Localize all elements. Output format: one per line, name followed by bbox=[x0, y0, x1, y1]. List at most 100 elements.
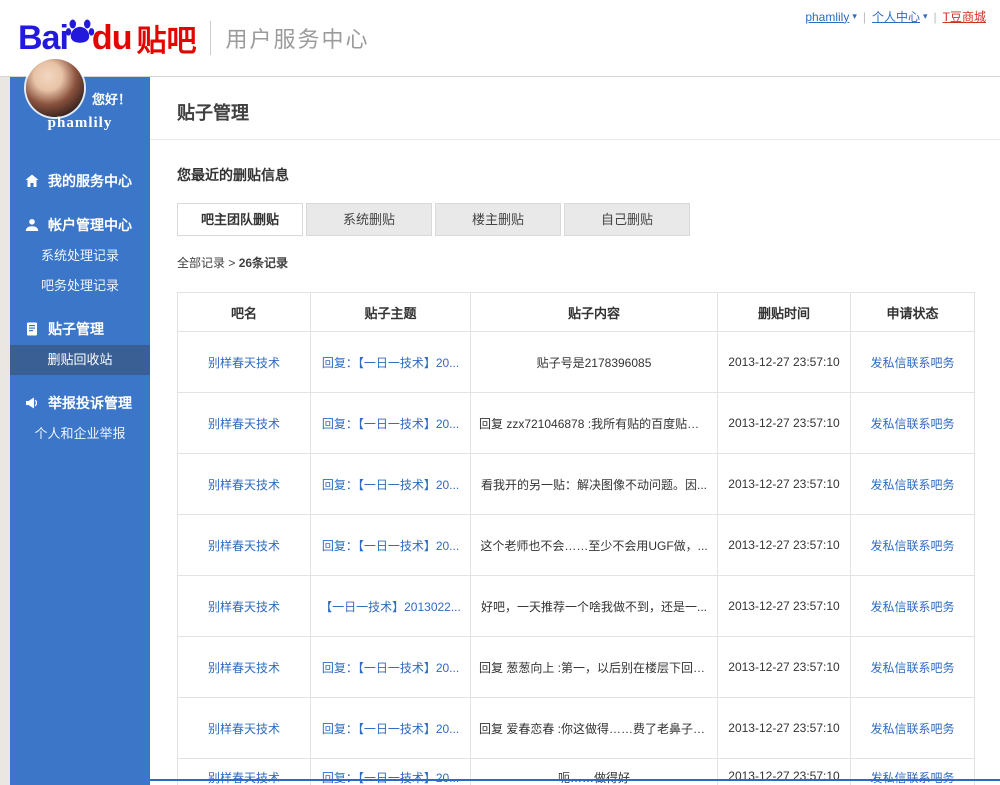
page-title: 贴子管理 bbox=[177, 103, 249, 123]
sidebar-item-label: 吧务处理记录 bbox=[40, 278, 119, 293]
sidebar-item[interactable]: 帐户管理中心 bbox=[10, 209, 150, 241]
chevron-down-icon[interactable]: ▾ bbox=[852, 11, 857, 22]
delete-time: 2013-12-27 23:57:10 bbox=[728, 477, 840, 491]
table-row: 别样春天技术 回复：【一日一技术】20... 回复 zzx721046878 :… bbox=[177, 392, 975, 454]
post-content: 回复 爱春恋春 :你这做得……费了老鼻子劲... bbox=[479, 721, 709, 736]
forum-link[interactable]: 别样春天技术 bbox=[208, 539, 280, 553]
sidebar-item-label: 帐户管理中心 bbox=[48, 217, 132, 233]
header-link[interactable]: T豆商城 bbox=[943, 8, 986, 25]
forum-link[interactable]: 别样春天技术 bbox=[208, 771, 280, 785]
status-link[interactable]: 发私信联系吧务 bbox=[870, 600, 954, 614]
separator: | bbox=[862, 9, 866, 24]
document-icon bbox=[25, 322, 39, 336]
sidebar: 您好！ phamlily 我的服务中心 帐户管理中心 系统处理记录 吧务处理记录 贴子管… bbox=[10, 59, 150, 785]
topic-link[interactable]: 回复：【一日一技术】20... bbox=[322, 769, 459, 785]
post-content: 呃……做得好 bbox=[557, 771, 630, 785]
table-row: 别样春天技术 【一日一技术】2013022... 好吧，一天推荐一个啥我做不到，… bbox=[177, 575, 975, 637]
logo-text-bai: Bai bbox=[18, 18, 69, 57]
service-center-subtitle: 用户服务中心 bbox=[225, 27, 370, 52]
table-header-row: 吧名 贴子主题 贴子内容 删贴时间 申请状态 bbox=[177, 292, 975, 332]
section-title: 您最近的删贴信息 bbox=[177, 167, 289, 183]
column-header: 贴子主题 bbox=[310, 292, 471, 332]
sidebar-item-label: 贴子管理 bbox=[48, 321, 104, 337]
table-row: 别样春天技术 回复：【一日一技术】20... 贴子号是2178396085 20… bbox=[177, 331, 975, 393]
table-row: 别样春天技术 回复：【一日一技术】20... 回复 爱春恋春 :你这做得……费了… bbox=[177, 697, 975, 759]
tab[interactable]: 楼主删贴 bbox=[435, 203, 561, 236]
delete-time: 2013-12-27 23:57:10 bbox=[728, 538, 840, 552]
header: Bai du 贴吧 用户服务中心 phamlily ▾ | 个人中心 ▾ | T豆商城 bbox=[0, 0, 1000, 77]
megaphone-icon bbox=[25, 396, 39, 410]
status-link[interactable]: 发私信联系吧务 bbox=[870, 417, 954, 431]
sidebar-username: phamlily bbox=[47, 115, 113, 131]
user-icon bbox=[25, 218, 39, 232]
forum-link[interactable]: 别样春天技术 bbox=[208, 722, 280, 736]
breadcrumb: 全部记录 > 26条记录 bbox=[177, 254, 288, 271]
tab[interactable]: 系统删贴 bbox=[306, 203, 432, 236]
baidu-tieba-logo[interactable]: Bai du 贴吧 用户服务中心 bbox=[18, 16, 369, 60]
post-content: 这个老师也不会……至少不会用UGF做，... bbox=[480, 538, 708, 553]
topic-link[interactable]: 回复：【一日一技术】20... bbox=[322, 537, 459, 554]
header-links: phamlily ▾ | 个人中心 ▾ | T豆商城 bbox=[805, 8, 986, 25]
forum-link[interactable]: 别样春天技术 bbox=[208, 600, 280, 614]
column-header: 吧名 bbox=[177, 292, 311, 332]
delete-time: 2013-12-27 23:57:10 bbox=[728, 355, 840, 369]
table-row: 别样春天技术 回复：【一日一技术】20... 这个老师也不会……至少不会用UGF… bbox=[177, 514, 975, 576]
tab[interactable]: 吧主团队删贴 bbox=[177, 203, 303, 236]
topic-link[interactable]: 回复：【一日一技术】20... bbox=[322, 354, 459, 371]
topic-link[interactable]: 回复：【一日一技术】20... bbox=[322, 415, 459, 432]
table-row: 别样春天技术 回复：【一日一技术】20... 呃……做得好 2013-12-27… bbox=[177, 758, 975, 785]
forum-link[interactable]: 别样春天技术 bbox=[208, 417, 280, 431]
status-link[interactable]: 发私信联系吧务 bbox=[870, 661, 954, 675]
topic-link[interactable]: 回复：【一日一技术】20... bbox=[322, 659, 459, 676]
sidebar-item[interactable]: 系统处理记录 bbox=[10, 241, 150, 271]
home-icon bbox=[25, 174, 39, 188]
sidebar-item[interactable]: 我的服务中心 bbox=[10, 165, 150, 197]
delete-time: 2013-12-27 23:57:10 bbox=[728, 721, 840, 735]
sidebar-item-label: 个人和企业举报 bbox=[34, 426, 126, 441]
delete-time: 2013-12-27 23:57:10 bbox=[728, 416, 840, 430]
post-content: 回复 zzx721046878 :我所有贴的百度贴吧... bbox=[479, 416, 709, 431]
sidebar-item-label: 系统处理记录 bbox=[40, 248, 119, 263]
logo-text-du: du bbox=[91, 18, 133, 57]
breadcrumb-prefix: 全部记录 > bbox=[177, 256, 239, 270]
forum-link[interactable]: 别样春天技术 bbox=[208, 661, 280, 675]
sidebar-item-label: 我的服务中心 bbox=[48, 173, 132, 189]
sidebar-item[interactable]: 删贴回收站 bbox=[10, 345, 150, 375]
column-header: 申请状态 bbox=[850, 292, 975, 332]
sidebar-item[interactable]: 吧务处理记录 bbox=[10, 271, 150, 301]
topic-link[interactable]: 【一日一技术】2013022... bbox=[320, 598, 461, 615]
topic-link[interactable]: 回复：【一日一技术】20... bbox=[322, 720, 459, 737]
topic-link[interactable]: 回复：【一日一技术】20... bbox=[322, 476, 459, 493]
user-avatar bbox=[26, 59, 84, 117]
table-row: 别样春天技术 回复：【一日一技术】20... 看我开的另一贴：解决图像不动问题。… bbox=[177, 453, 975, 515]
status-link[interactable]: 发私信联系吧务 bbox=[870, 722, 954, 736]
sidebar-item[interactable]: 举报投诉管理 bbox=[10, 387, 150, 419]
sidebar-item[interactable]: 贴子管理 bbox=[10, 313, 150, 345]
sidebar-menu: 我的服务中心 帐户管理中心系统处理记录 吧务处理记录贴子管理删贴回收站举报投诉管理个… bbox=[10, 165, 150, 449]
status-link[interactable]: 发私信联系吧务 bbox=[870, 356, 954, 370]
divider bbox=[150, 139, 1000, 140]
status-link[interactable]: 发私信联系吧务 bbox=[870, 539, 954, 553]
deleted-posts-table: 吧名 贴子主题 贴子内容 删贴时间 申请状态 别样春天技术 回复：【一日一技术】20..… bbox=[177, 292, 975, 785]
sidebar-item[interactable]: 个人和企业举报 bbox=[10, 419, 150, 449]
separator: | bbox=[933, 9, 937, 24]
tab[interactable]: 自己删贴 bbox=[564, 203, 690, 236]
status-link[interactable]: 发私信联系吧务 bbox=[870, 478, 954, 492]
header-link[interactable]: phamlily bbox=[805, 10, 849, 24]
forum-link[interactable]: 别样春天技术 bbox=[208, 478, 280, 492]
main-content: 贴子管理 您最近的删贴信息 吧主团队删贴 系统删贴 楼主删贴 自己删贴 全部记录 > … bbox=[150, 77, 1000, 785]
logo-text-tieba: 贴吧 bbox=[136, 25, 197, 58]
column-header: 贴子内容 bbox=[470, 292, 718, 332]
post-content: 贴子号是2178396085 bbox=[536, 355, 652, 370]
post-content: 看我开的另一贴：解决图像不动问题。因... bbox=[480, 477, 707, 492]
header-link[interactable]: 个人中心 bbox=[872, 8, 920, 25]
delete-time: 2013-12-27 23:57:10 bbox=[728, 660, 840, 674]
chevron-down-icon[interactable]: ▾ bbox=[923, 11, 928, 22]
tabs: 吧主团队删贴 系统删贴 楼主删贴 自己删贴 bbox=[177, 203, 693, 236]
bottom-border-line bbox=[150, 779, 1000, 781]
post-content: 回复 葱葱向上 :第一，以后别在楼层下回复... bbox=[479, 660, 709, 675]
baidu-paw-icon bbox=[65, 19, 95, 43]
forum-link[interactable]: 别样春天技术 bbox=[208, 356, 280, 370]
status-link[interactable]: 发私信联系吧务 bbox=[870, 771, 954, 785]
table-row: 别样春天技术 回复：【一日一技术】20... 回复 葱葱向上 :第一，以后别在楼… bbox=[177, 636, 975, 698]
